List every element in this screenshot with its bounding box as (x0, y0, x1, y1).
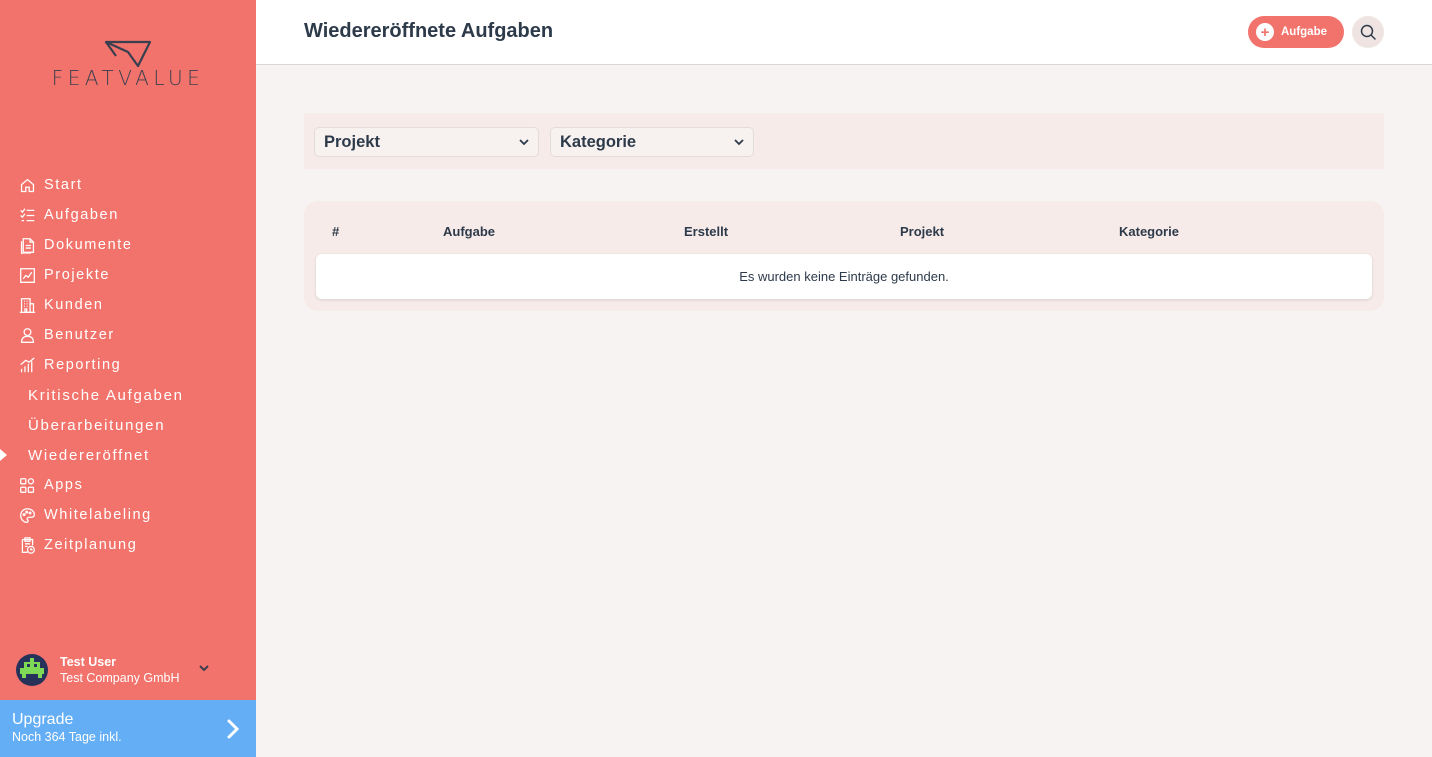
avatar (16, 654, 48, 686)
user-icon (18, 326, 36, 344)
sidebar-item-apps[interactable]: Apps (0, 470, 256, 500)
plus-icon: + (1256, 23, 1274, 41)
documents-icon (18, 236, 36, 254)
column-header-category[interactable]: Kategorie (1119, 224, 1179, 239)
sidebar-item-start[interactable]: Start (0, 170, 256, 200)
column-header-project[interactable]: Projekt (900, 224, 944, 239)
filter-bar: Projekt Kategorie (304, 113, 1384, 169)
home-icon (18, 176, 36, 194)
tasks-table: # Aufgabe Erstellt Projekt Kategorie Es … (304, 201, 1384, 311)
chevron-down-icon (734, 139, 744, 146)
column-header-task[interactable]: Aufgabe (443, 224, 495, 239)
top-header: Wiedereröffnete Aufgaben + Aufgabe (256, 0, 1432, 65)
tasks-icon (18, 206, 36, 224)
search-button[interactable] (1352, 16, 1384, 48)
reporting-icon (18, 356, 36, 374)
sidebar-item-zeitplanung[interactable]: Zeitplanung (0, 530, 256, 560)
column-header-created[interactable]: Erstellt (684, 224, 728, 239)
project-select-value: Projekt (324, 132, 380, 151)
sidebar-item-kunden[interactable]: Kunden (0, 290, 256, 320)
sidebar-nav: Start Aufgaben Dokumente Projekte Kunden… (0, 170, 256, 560)
upgrade-title: Upgrade (12, 711, 74, 728)
user-company: Test Company GmbH (60, 671, 180, 685)
upgrade-subtitle: Noch 364 Tage inkl. (12, 730, 122, 744)
logo-text: FEATVALUE (51, 66, 205, 90)
page-title: Wiedereröffnete Aufgaben (304, 20, 554, 42)
category-select[interactable]: Kategorie (550, 127, 754, 157)
sidebar-item-label: Aufgaben (44, 207, 119, 223)
sidebar-item-aufgaben[interactable]: Aufgaben (0, 200, 256, 230)
sidebar-item-label: Wiedereröffnet (28, 446, 150, 464)
chevron-down-icon (519, 139, 529, 146)
sidebar-item-label: Kunden (44, 297, 104, 313)
logo-mark-icon (104, 40, 152, 68)
user-menu[interactable]: Test User Test Company GmbH (16, 652, 246, 688)
category-select-value: Kategorie (560, 132, 637, 151)
sidebar-subitem-kritische-aufgaben[interactable]: Kritische Aufgaben (0, 380, 256, 410)
upgrade-banner[interactable]: Upgrade Noch 364 Tage inkl. (0, 700, 256, 757)
sidebar-item-label: Whitelabeling (44, 507, 152, 523)
sidebar-subitem-ueberarbeitungen[interactable]: Überarbeitungen (0, 410, 256, 440)
sidebar-item-benutzer[interactable]: Benutzer (0, 320, 256, 350)
sidebar-subitem-wiedereroeffnet[interactable]: Wiedereröffnet (0, 440, 256, 470)
sidebar-item-reporting[interactable]: Reporting (0, 350, 256, 380)
sidebar-item-label: Kritische Aufgaben (28, 386, 184, 404)
add-task-button[interactable]: + Aufgabe (1248, 16, 1344, 48)
sidebar-item-dokumente[interactable]: Dokumente (0, 230, 256, 260)
user-name: Test User (60, 655, 117, 669)
sidebar-item-label: Start (44, 177, 83, 193)
sidebar: FEATVALUE Start Aufgaben Dokumente Proje… (0, 0, 256, 757)
building-icon (18, 296, 36, 314)
column-header-number[interactable]: # (332, 224, 339, 239)
clipboard-clock-icon (18, 536, 36, 554)
projects-icon (18, 266, 36, 284)
sidebar-item-label: Überarbeitungen (28, 416, 166, 434)
palette-icon (18, 506, 36, 524)
project-select[interactable]: Projekt (314, 127, 539, 157)
empty-table-message: Es wurden keine Einträge gefunden. (316, 254, 1372, 299)
logo[interactable]: FEATVALUE (42, 40, 214, 90)
sidebar-item-label: Apps (44, 477, 84, 493)
chevron-down-icon[interactable] (198, 662, 210, 674)
sidebar-item-label: Benutzer (44, 327, 115, 343)
sidebar-item-label: Dokumente (44, 237, 133, 253)
search-icon (1360, 24, 1376, 40)
sidebar-item-projekte[interactable]: Projekte (0, 260, 256, 290)
sidebar-item-whitelabeling[interactable]: Whitelabeling (0, 500, 256, 530)
sidebar-item-label: Zeitplanung (44, 537, 138, 553)
sidebar-item-label: Reporting (44, 357, 122, 373)
apps-icon (18, 476, 36, 494)
add-task-label: Aufgabe (1281, 26, 1327, 38)
sidebar-item-label: Projekte (44, 267, 110, 283)
chevron-right-icon (227, 719, 240, 739)
